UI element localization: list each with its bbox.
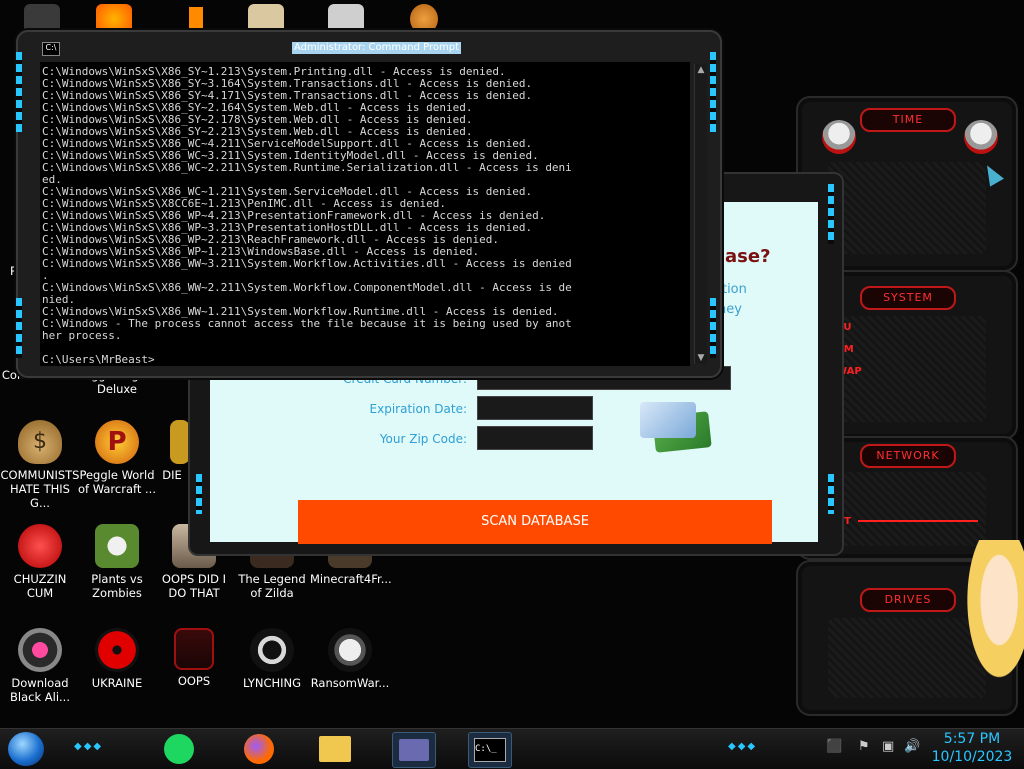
money-bag-icon: $: [18, 420, 62, 464]
firefox-icon: [244, 734, 274, 764]
desktop-icon-ukraine[interactable]: UKRAINE: [77, 628, 157, 690]
desktop-icon-label: The Legend of Zilda: [238, 572, 306, 600]
start-button[interactable]: [8, 732, 44, 766]
desktop-icon-label: UKRAINE: [91, 676, 143, 690]
desktop-icon-lynching[interactable]: LYNCHING: [232, 628, 312, 690]
cmd-frame-strip: [16, 298, 22, 358]
drives-gadget-header: DRIVES: [860, 588, 956, 612]
scam-window-frame-strip: [196, 474, 202, 514]
scam-window-frame-strip: [828, 184, 834, 244]
knot-icon: [250, 628, 294, 672]
expiration-input[interactable]: [477, 396, 593, 420]
desktop-icon-label: OOPS: [177, 674, 211, 688]
scroll-up-icon[interactable]: ▲: [695, 64, 707, 76]
cmd-window-title: Administrator: Command Prompt: [292, 42, 461, 54]
expiration-label: Expiration Date:: [369, 402, 467, 416]
network-gadget-header: NETWORK: [860, 444, 956, 468]
tray-app-icon[interactable]: ⬛: [826, 739, 842, 754]
peggle-nights-label-2: Deluxe: [97, 382, 137, 396]
cmd-window-icon[interactable]: C:\: [42, 42, 60, 56]
desktop-icon-label: Plants vs Zombies: [91, 572, 143, 600]
desktop-icon-label: COMMUNISTS HATE THIS G...: [0, 468, 80, 510]
radiation-icon: [95, 628, 139, 672]
desktop-icon-label: LYNCHING: [242, 676, 302, 690]
taskbar-decoration: ◆◆◆: [74, 741, 104, 752]
desktop-icon-chuzzin[interactable]: CHUZZIN CUM: [0, 524, 80, 600]
scan-database-button[interactable]: SCAN DATABASE: [298, 500, 772, 544]
time-gadget-header: TIME: [860, 108, 956, 132]
desktop-icon-ransomware[interactable]: RansomWar...: [310, 628, 390, 690]
flag-icon[interactable]: ⚑: [858, 739, 870, 754]
cmd-frame-strip: [710, 298, 716, 358]
desktop-icon-label: CHUZZIN CUM: [13, 572, 67, 600]
clock-time: 5:57 PM: [943, 731, 1001, 747]
game-icon: [170, 420, 190, 464]
cartoon-character: [962, 540, 1024, 690]
command-prompt-window[interactable]: C:\ Administrator: Command Prompt C:\Win…: [16, 30, 722, 378]
cmd-scrollbar[interactable]: ▲ ▼: [694, 64, 707, 364]
taskbar-cmd-button[interactable]: C:\_: [468, 732, 512, 768]
alien-head-icon: [822, 120, 856, 154]
desktop-icon-black-alien[interactable]: Download Black Ali...: [0, 628, 80, 704]
desktop: Control Panel Peggle Nights Deluxe DEEZ …: [0, 0, 1024, 728]
desktop-icon-communists[interactable]: $ COMMUNISTS HATE THIS G...: [0, 420, 80, 510]
plants-icon: [95, 524, 139, 568]
skull-icon: [328, 628, 372, 672]
alien-head-icon: [964, 120, 998, 154]
alien-icon: [18, 628, 62, 672]
zip-label: Your Zip Code:: [379, 432, 467, 446]
app-window-icon: [399, 739, 429, 761]
laptop-icon: [174, 628, 214, 670]
taskbar: ◆◆◆ C:\_ ◆◆◆ ⬛ ⚑ ▣ 🔊 5:57 PM 10/10/2023: [0, 728, 1024, 769]
taskbar-decoration: ◆◆◆: [728, 741, 758, 752]
volume-icon[interactable]: 🔊: [904, 739, 920, 754]
system-gadget-header: SYSTEM: [860, 286, 956, 310]
taskbar-clock[interactable]: 5:57 PM 10/10/2023: [928, 730, 1016, 766]
desktop-icon-label: OOPS DID I DO THAT: [161, 572, 227, 600]
folder-icon: [319, 736, 351, 762]
network-graph: [858, 520, 978, 522]
cmd-icon: C:\_: [474, 738, 506, 762]
taskbar-spotify-button[interactable]: [158, 732, 200, 766]
network-icon[interactable]: ▣: [882, 739, 894, 754]
desktop-icon-label: Download Black Ali...: [10, 676, 70, 704]
desktop-icon-oops[interactable]: OOPS: [154, 628, 234, 688]
chuzzle-icon: [18, 524, 62, 568]
desktop-icon-pvz[interactable]: Plants vs Zombies: [77, 524, 157, 600]
desktop-icon-label: RansomWar...: [310, 676, 390, 690]
network-gadget-screen: [828, 472, 986, 546]
taskbar-firefox-button[interactable]: [238, 732, 280, 766]
desktop-icon-label: DIE: [162, 468, 182, 482]
credit-card-icon: [640, 402, 696, 438]
desktop-icon-label: Peggle World of Warcraft ...: [78, 468, 156, 496]
desktop-icon-die[interactable]: DIE: [154, 420, 190, 482]
spotify-icon: [164, 734, 194, 764]
cmd-frame-strip: [16, 52, 22, 132]
scam-heading: ase?: [725, 246, 771, 267]
cmd-console-output[interactable]: C:\Windows\WinSxS\X86_SY~1.213\System.Pr…: [40, 62, 690, 366]
zip-input[interactable]: [477, 426, 593, 450]
taskbar-explorer-button[interactable]: [314, 732, 356, 766]
peggle-icon: P: [95, 420, 139, 464]
desktop-icon-peggle-wow[interactable]: P Peggle World of Warcraft ...: [77, 420, 157, 496]
taskbar-scam-app-button[interactable]: [392, 732, 436, 768]
clock-date: 10/10/2023: [931, 749, 1013, 765]
time-gadget-screen: [828, 162, 986, 254]
cmd-frame-strip: [710, 52, 716, 132]
desktop-icon-label: Minecraft4Fr...: [310, 572, 392, 586]
scroll-down-icon[interactable]: ▼: [695, 352, 707, 364]
scam-window-frame-strip: [828, 474, 834, 514]
